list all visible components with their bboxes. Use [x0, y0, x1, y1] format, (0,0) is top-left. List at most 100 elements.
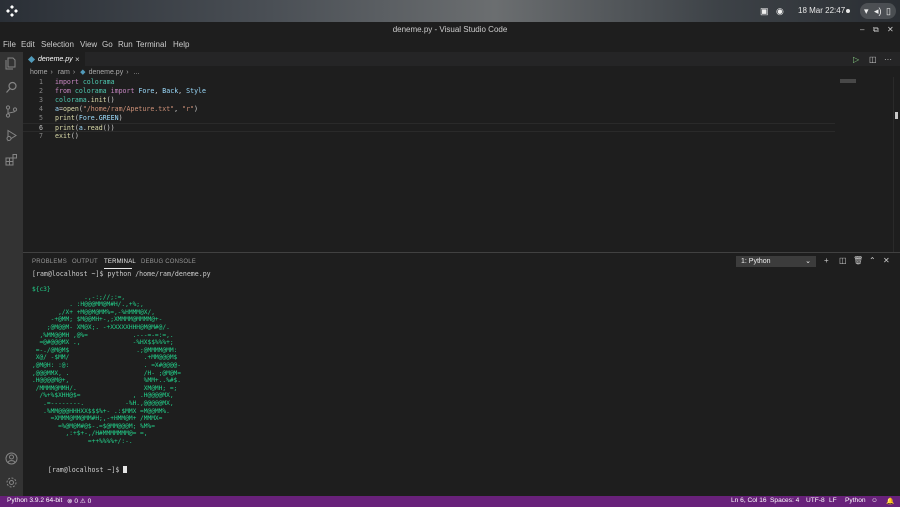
tab-problems[interactable]: PROBLEMS — [32, 259, 67, 265]
cursor-position-status[interactable]: Ln 6, Col 16 — [731, 497, 767, 504]
editor-scrollbar[interactable] — [893, 77, 900, 252]
maximize-panel-icon[interactable]: ⌃ — [869, 256, 876, 265]
code-line: 3 colorama.init() — [23, 96, 835, 105]
line-number: 1 — [39, 78, 43, 86]
restore-icon[interactable]: ⧉ — [873, 25, 879, 35]
menu-terminal[interactable]: Terminal — [136, 40, 166, 49]
account-icon[interactable] — [5, 452, 18, 465]
code-text: from colorama import Fore, Back, Style — [55, 87, 206, 95]
explorer-icon[interactable] — [5, 57, 18, 70]
terminal-prompt: [ram@localhost ~]$ — [47, 466, 124, 474]
close-panel-icon[interactable]: ✕ — [883, 256, 890, 265]
active-tab-indicator — [104, 268, 132, 269]
close-icon[interactable]: ✕ — [887, 25, 894, 34]
tab-terminal[interactable]: TERMINAL — [104, 259, 136, 265]
code-line: 5 print(Fore.GREEN) — [23, 114, 835, 123]
status-bar: Python 3.9.2 64-bit ⊗ 0 ⚠ 0 Ln 6, Col 16… — [0, 496, 900, 507]
notifications-bell-icon[interactable]: 🔔 — [886, 497, 894, 505]
terminal-cursor — [123, 466, 128, 473]
terminal-command-line: [ram@localhost ~]$ python /home/ram/dene… — [32, 270, 211, 278]
source-control-icon[interactable] — [5, 105, 18, 118]
language-mode-status[interactable]: Python — [845, 497, 866, 504]
terminal-select[interactable]: 1: Python ⌄ — [736, 256, 816, 267]
desktop-top-bar: ▣ ◉ 18 Mar 22:47 ▾ ◂) ▯ — [0, 0, 900, 22]
tab-debug-console[interactable]: DEBUG CONSOLE — [141, 259, 196, 265]
menu-view[interactable]: View — [80, 40, 97, 49]
breadcrumb-more[interactable]: ... — [134, 69, 140, 76]
split-terminal-icon[interactable]: ◫ — [839, 256, 847, 265]
code-text: print(Fore.GREEN) — [55, 114, 123, 122]
problems-status[interactable]: ⊗ 0 ⚠ 0 — [67, 497, 91, 505]
terminal-prompt-line[interactable]: [ram@localhost ~]$ — [32, 458, 128, 482]
minimap[interactable] — [840, 79, 856, 83]
menu-selection[interactable]: Selection — [41, 40, 74, 49]
chevron-right-icon: › — [50, 69, 53, 76]
line-number: 7 — [39, 132, 43, 140]
battery-icon[interactable]: ▯ — [886, 6, 891, 16]
python-file-icon — [27, 55, 36, 64]
window-title-bar: deneme.py - Visual Studio Code – ⧉ ✕ — [0, 22, 900, 39]
eol-status[interactable]: LF — [829, 497, 837, 504]
line-number: 2 — [39, 87, 43, 95]
window-title: deneme.py - Visual Studio Code — [392, 25, 508, 34]
code-line: 7 exit() — [23, 132, 835, 141]
settings-gear-icon[interactable] — [5, 476, 18, 489]
code-line-current: 6 print(a.read()) — [23, 123, 835, 132]
run-python-file-icon[interactable]: ▷ — [853, 55, 859, 64]
drive-icon[interactable]: ▣ — [760, 6, 769, 16]
menu-bar: File Edit Selection View Go Run Terminal… — [0, 39, 900, 52]
split-editor-icon[interactable]: ◫ — [869, 55, 877, 64]
menu-help[interactable]: Help — [173, 40, 189, 49]
menu-file[interactable]: File — [3, 40, 16, 49]
code-text: import colorama — [55, 78, 115, 86]
chevron-down-icon: ⌄ — [805, 258, 811, 265]
more-actions-icon[interactable]: ··· — [884, 55, 892, 64]
breadcrumb: home › ram › ◆ deneme.py › ... — [30, 68, 142, 76]
code-text: a=open("/home/ram/Apeture.txt", "r") — [55, 105, 199, 113]
code-line: 1 import colorama — [23, 78, 835, 87]
breadcrumb-file[interactable]: deneme.py — [89, 69, 124, 76]
new-terminal-icon[interactable]: + — [824, 256, 829, 265]
chevron-right-icon: › — [126, 69, 129, 76]
volume-icon[interactable]: ◂) — [874, 6, 882, 16]
extensions-icon[interactable] — [5, 153, 18, 166]
menu-edit[interactable]: Edit — [21, 40, 35, 49]
line-number: 5 — [39, 114, 43, 122]
terminal-select-value: 1: Python — [741, 258, 771, 265]
tab-close-icon[interactable]: × — [75, 55, 80, 64]
app-launcher-icon[interactable] — [6, 5, 18, 17]
tab-label: deneme.py — [38, 56, 73, 63]
clock[interactable]: 18 Mar 22:47 — [798, 6, 845, 15]
trash-icon[interactable]: 🗑 — [853, 256, 863, 265]
line-number: 3 — [39, 96, 43, 104]
tab-output[interactable]: OUTPUT — [72, 259, 98, 265]
wifi-icon[interactable]: ▾ — [864, 6, 869, 16]
bottom-panel: PROBLEMS OUTPUT TERMINAL DEBUG CONSOLE 1… — [23, 252, 900, 496]
menu-go[interactable]: Go — [102, 40, 113, 49]
indentation-status[interactable]: Spaces: 4 — [770, 497, 799, 504]
menu-run[interactable]: Run — [118, 40, 133, 49]
discord-icon[interactable]: ◉ — [776, 6, 784, 16]
breadcrumb-home[interactable]: home — [30, 69, 48, 76]
activity-bar — [0, 52, 23, 496]
search-icon[interactable] — [5, 81, 18, 94]
code-line: 4 a=open("/home/ram/Apeture.txt", "r") — [23, 105, 835, 114]
overview-ruler-cursor — [895, 112, 898, 119]
feedback-icon[interactable]: ☺ — [871, 497, 878, 504]
editor-tabs-row: deneme.py × ▷ ◫ ··· — [23, 52, 900, 66]
minimize-icon[interactable]: – — [860, 25, 864, 34]
encoding-status[interactable]: UTF-8 — [806, 497, 825, 504]
code-text: exit() — [55, 132, 79, 140]
run-debug-icon[interactable] — [5, 129, 18, 142]
breadcrumb-ram[interactable]: ram — [58, 69, 70, 76]
line-number: 4 — [39, 105, 43, 113]
tab-deneme-py[interactable]: deneme.py × — [23, 52, 85, 66]
terminal-ascii-output: ${c3} .,-:;//;:=, . :H@@@MM@M#H/.,+%;, ,… — [32, 286, 182, 445]
python-file-icon: ◆ — [80, 69, 86, 76]
code-editor[interactable]: 1 import colorama 2 from colorama import… — [23, 77, 900, 252]
python-interpreter-status[interactable]: Python 3.9.2 64-bit — [7, 497, 62, 504]
notification-dot-icon — [846, 9, 850, 13]
code-text: colorama.init() — [55, 96, 115, 104]
code-line: 2 from colorama import Fore, Back, Style — [23, 87, 835, 96]
chevron-right-icon: › — [72, 69, 76, 76]
